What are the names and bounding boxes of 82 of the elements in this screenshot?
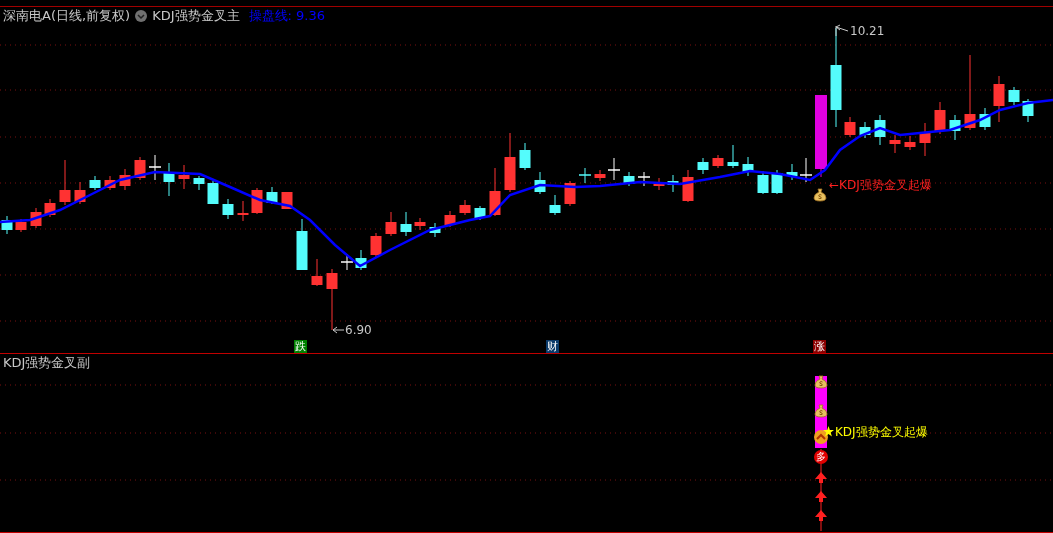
high-leader-arrow	[835, 24, 849, 37]
candlestick	[934, 101, 946, 135]
candlestick	[519, 142, 531, 171]
candlestick	[59, 159, 71, 206]
candlestick	[89, 175, 101, 191]
candlestick	[251, 187, 263, 215]
candlestick	[148, 154, 162, 181]
long-badge: 多	[814, 450, 828, 464]
candlestick	[134, 156, 146, 181]
candlestick	[207, 180, 219, 205]
event-marker: 财	[546, 340, 559, 353]
candlestick	[889, 134, 901, 154]
money-bag-icon	[813, 188, 827, 202]
candlestick	[712, 154, 724, 169]
candlestick	[326, 268, 338, 331]
sub-signal-label: KDJ强势金叉起爆	[835, 425, 928, 439]
event-marker: 涨	[813, 340, 826, 353]
candlestick	[222, 198, 234, 220]
candlestick	[370, 232, 382, 258]
candlestick	[623, 171, 635, 187]
candlestick	[400, 211, 412, 237]
security-title: 深南电A(日线,前复权)	[3, 8, 131, 24]
candlestick	[266, 186, 278, 205]
candlestick	[534, 171, 546, 195]
candlestick	[237, 200, 249, 222]
candlestick	[429, 222, 441, 238]
candlestick	[653, 177, 665, 191]
candlestick	[178, 164, 190, 190]
high-price-label: 10.21	[850, 24, 885, 38]
star-icon	[823, 426, 834, 437]
candlestick	[904, 135, 916, 151]
candlestick	[564, 180, 576, 207]
candlestick	[919, 122, 931, 157]
candlestick	[385, 211, 397, 237]
candlestick	[859, 121, 871, 139]
candlestick	[504, 132, 516, 193]
candlestick	[193, 175, 205, 191]
candlestick	[104, 175, 116, 191]
candlestick	[44, 198, 56, 218]
candlestick	[874, 114, 886, 146]
line-reading: 操盘线: 9.36	[248, 8, 325, 24]
candlestick	[844, 116, 856, 138]
candlestick	[163, 162, 175, 197]
candlestick	[1022, 98, 1034, 123]
low-price-label: 6.90	[345, 323, 372, 337]
candlestick	[757, 170, 769, 195]
sub-indicator-name: KDJ强势金叉副	[3, 355, 91, 371]
chevron-up-icon	[814, 430, 828, 444]
dropdown-icon[interactable]	[135, 10, 148, 22]
candlestick	[340, 253, 354, 271]
candlestick	[74, 181, 86, 205]
candlestick	[474, 205, 486, 221]
candlestick	[489, 167, 501, 217]
candlestick	[414, 217, 426, 231]
money-bag-icon	[814, 404, 828, 418]
candlestick	[281, 191, 293, 210]
candlestick	[296, 218, 308, 271]
event-marker: 跌	[294, 340, 307, 353]
candlestick	[637, 171, 651, 187]
candlestick	[444, 210, 456, 228]
candlestick	[742, 156, 754, 177]
candlestick	[549, 194, 561, 216]
low-leader-arrow	[332, 326, 345, 334]
candlestick	[119, 168, 131, 191]
candlestick	[979, 107, 991, 131]
money-bag-icon	[814, 375, 828, 389]
candlestick	[1008, 86, 1020, 106]
candlestick	[311, 258, 323, 287]
indicator-name: KDJ强势金叉主	[152, 8, 240, 24]
candlestick	[1, 215, 13, 235]
candlestick	[30, 207, 42, 229]
candlestick	[949, 114, 961, 141]
candlestick	[682, 169, 694, 203]
candlestick	[578, 167, 592, 184]
candlestick	[697, 157, 709, 175]
candlestick	[993, 75, 1005, 123]
candlestick	[727, 144, 739, 169]
candlestick	[771, 169, 783, 195]
signal-label: ←KDJ强势金叉起爆	[829, 178, 932, 192]
candlestick	[667, 174, 679, 193]
candlestick	[459, 199, 471, 216]
candlestick	[355, 249, 367, 271]
